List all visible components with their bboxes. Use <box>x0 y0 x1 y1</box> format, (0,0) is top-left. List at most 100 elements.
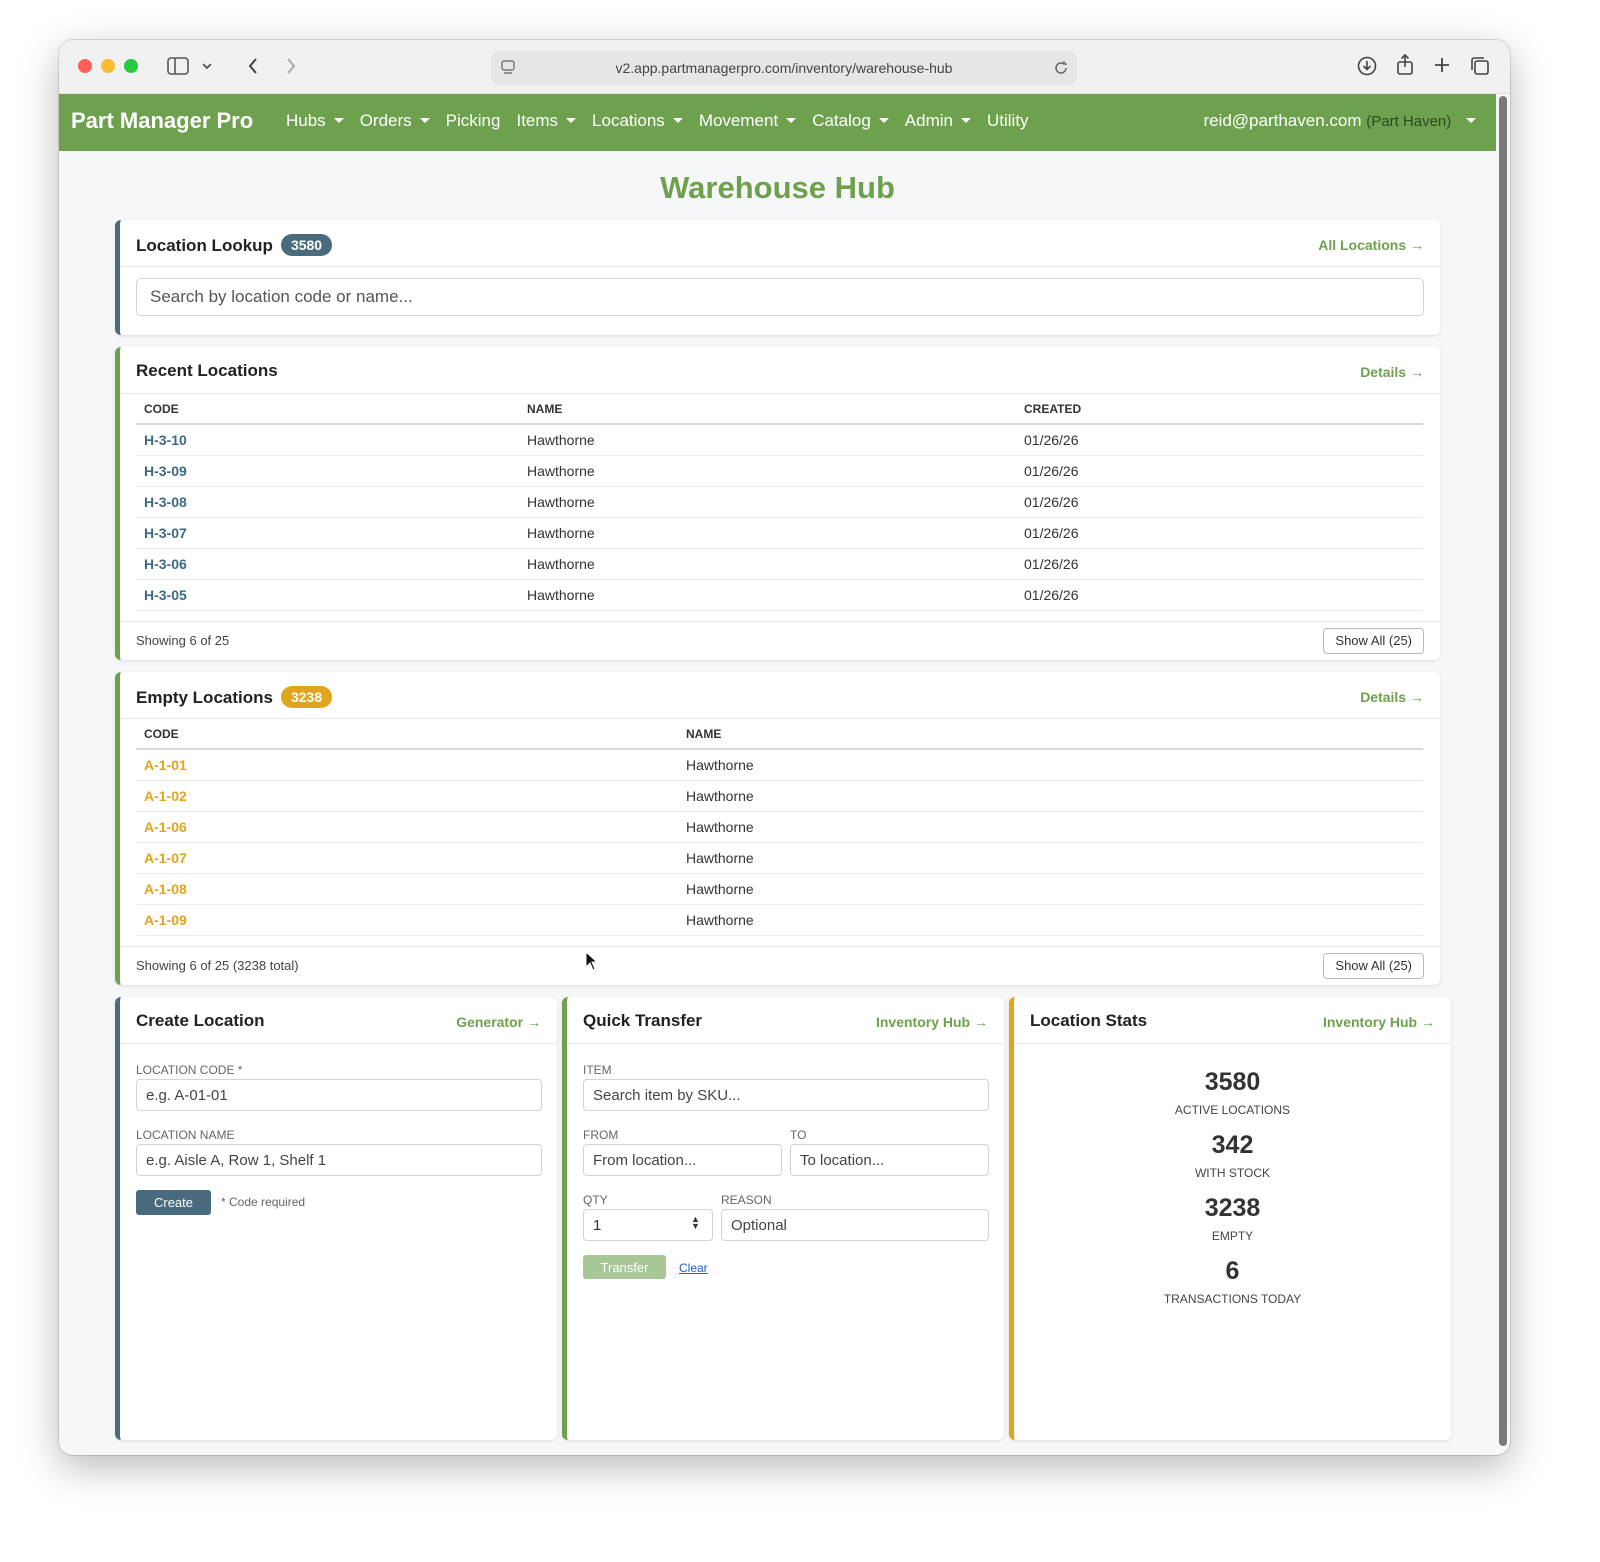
table-row[interactable]: A-1-01 Hawthorne <box>136 749 1423 781</box>
nav-item-label: Movement <box>698 111 779 130</box>
close-window-button[interactable] <box>78 59 92 73</box>
column-header-created[interactable]: CREATED <box>1016 394 1423 425</box>
card-title: Quick Transfer <box>583 1011 703 1030</box>
chevron-down-icon[interactable] <box>201 58 213 78</box>
all-locations-link[interactable]: All Locations → <box>1318 237 1424 253</box>
address-bar[interactable]: v2.app.partmanagerpro.com/inventory/ware… <box>491 51 1077 85</box>
downloads-icon[interactable] <box>1357 56 1377 80</box>
created-date: 01/26/26 <box>1016 548 1423 580</box>
clear-link[interactable]: Clear <box>679 1261 708 1275</box>
nav-item-catalog[interactable]: Catalog <box>812 111 889 131</box>
location-code-link[interactable]: A-1-01 <box>136 749 678 781</box>
from-location-input[interactable] <box>583 1144 782 1176</box>
empty-locations-table: CODE NAME A-1-01 Hawthorne A-1-02 Hawthorn… <box>136 719 1423 936</box>
nav-menu: Hubs Orders Picking Items Locations Move… <box>286 111 1045 131</box>
location-code-link[interactable]: H-3-10 <box>136 424 519 456</box>
column-header-code[interactable]: CODE <box>136 394 519 425</box>
table-row[interactable]: A-1-07 Hawthorne <box>136 842 1423 874</box>
nav-item-utility[interactable]: Utility <box>987 111 1029 131</box>
location-name-input[interactable] <box>136 1144 542 1176</box>
card-header: Empty Locations 3238 Details → <box>120 672 1440 719</box>
location-code-link[interactable]: A-1-06 <box>136 811 678 843</box>
transfer-button[interactable]: Transfer <box>583 1255 666 1279</box>
table-row[interactable]: A-1-02 Hawthorne <box>136 780 1423 812</box>
table-row[interactable]: H-3-08 Hawthorne 01/26/26 <box>136 486 1423 518</box>
table-header-row: CODE NAME CREATED <box>136 394 1423 425</box>
inventory-hub-link[interactable]: Inventory Hub → <box>876 1014 988 1030</box>
back-icon[interactable] <box>247 56 259 80</box>
reload-icon[interactable] <box>1053 60 1069 81</box>
item-search-input[interactable] <box>583 1079 989 1111</box>
zoom-window-button[interactable] <box>124 59 138 73</box>
create-location-card: Create Location Generator → LOCATION COD… <box>115 997 557 1440</box>
generator-link[interactable]: Generator → <box>456 1014 541 1030</box>
user-menu[interactable]: reid@parthaven.com (Part Haven) <box>1203 111 1476 131</box>
stat-label: TRANSACTIONS TODAY <box>1163 1292 1302 1306</box>
location-code-input[interactable] <box>136 1079 542 1111</box>
minimize-window-button[interactable] <box>101 59 115 73</box>
location-search-input[interactable] <box>136 278 1424 316</box>
created-date: 01/26/26 <box>1016 517 1423 549</box>
stats-inventory-hub-link[interactable]: Inventory Hub → <box>1323 1014 1435 1030</box>
nav-item-admin[interactable]: Admin <box>905 111 971 131</box>
nav-item-movement[interactable]: Movement <box>698 111 797 131</box>
stat-label: WITH STOCK <box>1194 1166 1271 1180</box>
forward-icon[interactable] <box>285 56 297 80</box>
table-row[interactable]: H-3-07 Hawthorne 01/26/26 <box>136 517 1423 549</box>
table-row[interactable]: H-3-06 Hawthorne 01/26/26 <box>136 548 1423 580</box>
new-tab-icon[interactable] <box>1433 56 1451 78</box>
table-row[interactable]: H-3-10 Hawthorne 01/26/26 <box>136 424 1423 456</box>
location-code-link[interactable]: H-3-09 <box>136 455 519 487</box>
nav-item-locations[interactable]: Locations <box>592 111 683 131</box>
location-stats-card: Location Stats Inventory Hub → 3580 ACTI… <box>1009 997 1451 1440</box>
empty-details-link[interactable]: Details → <box>1360 689 1424 705</box>
location-code-link[interactable]: H-3-05 <box>136 579 519 611</box>
stat-label: ACTIVE LOCATIONS <box>1174 1103 1291 1117</box>
nav-item-hubs[interactable]: Hubs <box>286 111 344 131</box>
location-code-link[interactable]: A-1-07 <box>136 842 678 874</box>
to-location-input[interactable] <box>790 1144 989 1176</box>
sidebar-toggle-icon[interactable] <box>167 57 189 79</box>
page-scrollbar[interactable] <box>1499 96 1507 1446</box>
nav-item-label: Items <box>516 111 559 130</box>
tab-overview-icon[interactable] <box>1470 56 1490 80</box>
location-lookup-card: Location Lookup 3580 All Locations → <box>115 220 1440 335</box>
stepper-arrows-icon[interactable]: ▲ ▼ <box>691 1215 700 1231</box>
share-icon[interactable] <box>1396 53 1414 80</box>
table-row[interactable]: A-1-08 Hawthorne <box>136 873 1423 905</box>
column-header-name[interactable]: NAME <box>678 719 1423 750</box>
location-code-link[interactable]: A-1-08 <box>136 873 678 905</box>
column-header-code[interactable]: CODE <box>136 719 678 750</box>
table-row[interactable]: H-3-09 Hawthorne 01/26/26 <box>136 455 1423 487</box>
location-name: Hawthorne <box>519 579 1016 611</box>
table-row[interactable]: H-3-05 Hawthorne 01/26/26 <box>136 579 1423 611</box>
card-header: Location Lookup 3580 All Locations → <box>120 220 1440 267</box>
card-title: Location Stats <box>1030 1011 1148 1030</box>
column-header-name[interactable]: NAME <box>519 394 1016 425</box>
location-code-link[interactable]: H-3-07 <box>136 517 519 549</box>
caret-down-icon <box>960 118 971 123</box>
item-label: ITEM <box>583 1063 612 1077</box>
stat-label: EMPTY <box>1211 1229 1254 1243</box>
location-code-link[interactable]: H-3-08 <box>136 486 519 518</box>
nav-item-orders[interactable]: Orders <box>360 111 430 131</box>
nav-item-picking[interactable]: Picking <box>446 111 501 131</box>
location-code-link[interactable]: A-1-02 <box>136 780 678 812</box>
stat-value: 342 <box>1211 1131 1254 1159</box>
brand-logo[interactable]: Part Manager Pro <box>71 108 253 134</box>
browser-window: v2.app.partmanagerpro.com/inventory/ware… <box>59 40 1510 1455</box>
reason-input[interactable] <box>721 1209 989 1241</box>
stat-empty: 3238 EMPTY <box>1014 1194 1451 1243</box>
table-row[interactable]: A-1-09 Hawthorne <box>136 904 1423 936</box>
nav-item-items[interactable]: Items <box>516 111 577 131</box>
empty-count-badge: 3238 <box>280 686 333 708</box>
location-code-link[interactable]: H-3-06 <box>136 548 519 580</box>
show-all-empty-button[interactable]: Show All (25) <box>1323 953 1424 979</box>
show-all-recent-button[interactable]: Show All (25) <box>1323 628 1424 654</box>
table-row[interactable]: A-1-06 Hawthorne <box>136 811 1423 843</box>
create-button[interactable]: Create <box>136 1190 211 1215</box>
app-navbar: Part Manager Pro Hubs Orders Picking Ite… <box>59 94 1496 151</box>
recent-details-link[interactable]: Details → <box>1360 364 1424 380</box>
url-text: v2.app.partmanagerpro.com/inventory/ware… <box>615 60 953 76</box>
location-code-link[interactable]: A-1-09 <box>136 904 678 936</box>
